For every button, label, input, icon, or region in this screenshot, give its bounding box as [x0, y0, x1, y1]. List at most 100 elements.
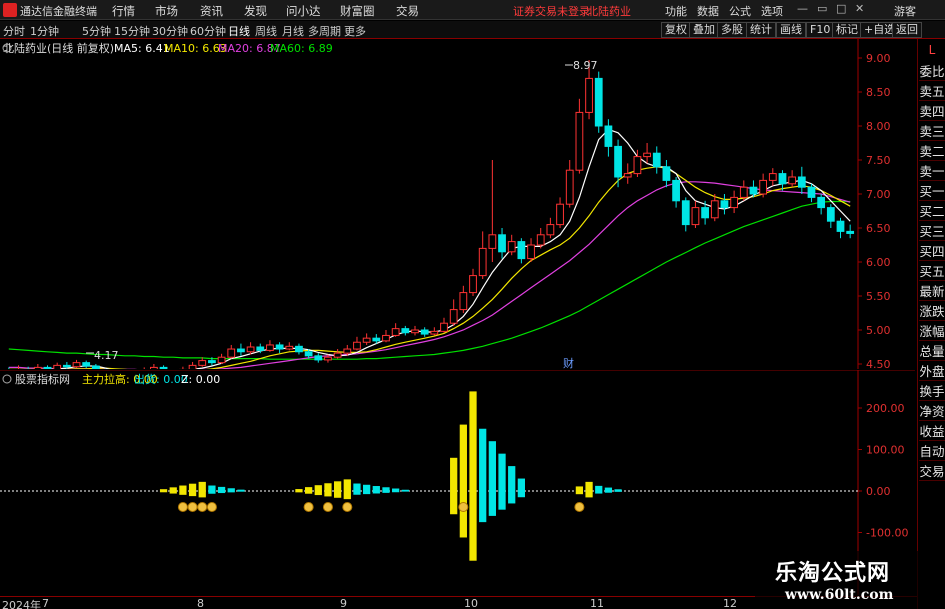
- candle-body: [701, 207, 709, 219]
- back-button[interactable]: 返回: [892, 22, 922, 38]
- indicator-bar-up: [517, 478, 525, 491]
- side-tab-outer[interactable]: 外盘: [919, 363, 945, 381]
- trade-status-warning[interactable]: 证券交易未登录: [513, 3, 590, 19]
- finance-marker-icon[interactable]: 财: [563, 356, 574, 369]
- menu-item-trade[interactable]: 交易: [396, 3, 419, 19]
- draw-line-button[interactable]: 画线: [776, 22, 806, 38]
- indicator-bar-up: [227, 488, 235, 491]
- indicator-tick-label: -100.00: [866, 527, 908, 540]
- indicator-bar-up: [237, 489, 245, 491]
- candle-body: [372, 337, 381, 342]
- mark-button[interactable]: 标记: [832, 22, 862, 38]
- price-tick-label: 4.50: [866, 358, 891, 369]
- candle-body: [556, 203, 564, 226]
- menu-item-market[interactable]: 市场: [155, 3, 178, 19]
- side-tab-auto[interactable]: 自动: [919, 443, 945, 461]
- candle-body: [159, 366, 168, 369]
- maximize-icon[interactable]: □: [836, 2, 846, 15]
- candle-body: [836, 220, 845, 232]
- side-tab-turnover[interactable]: 换手: [919, 383, 945, 401]
- candle-body: [382, 334, 390, 342]
- candle-body: [440, 322, 448, 332]
- side-tab-bid3[interactable]: 买三: [919, 223, 945, 241]
- guest-login[interactable]: 游客: [894, 3, 916, 19]
- period-5min[interactable]: 5分钟: [82, 23, 111, 39]
- side-tab-trade[interactable]: 交易: [919, 463, 945, 481]
- candle: [459, 285, 468, 313]
- candle: [604, 119, 613, 157]
- menu-item-options[interactable]: 选项: [761, 3, 783, 19]
- menu-item-formula[interactable]: 公式: [729, 3, 751, 19]
- side-tab-ask4[interactable]: 卖四: [919, 103, 945, 121]
- candle-body: [517, 241, 526, 260]
- side-tab-bid-ratio[interactable]: 委比: [919, 63, 945, 81]
- candle-body: [208, 360, 216, 364]
- period-monthly[interactable]: 月线: [282, 23, 304, 39]
- side-tab-ask3[interactable]: 卖三: [919, 123, 945, 141]
- candle-body: [217, 356, 226, 364]
- candle: [517, 238, 526, 264]
- indicator-bar-up: [188, 483, 197, 491]
- menu-item-discover[interactable]: 发现: [244, 3, 267, 19]
- money-bag-icon: [206, 502, 217, 512]
- menu-item-news[interactable]: 资讯: [200, 3, 223, 19]
- menu-item-ask[interactable]: 问小达: [286, 3, 321, 19]
- side-tab-net-assets[interactable]: 净资: [919, 403, 945, 421]
- menu-item-quotes[interactable]: 行情: [112, 3, 135, 19]
- candle: [768, 168, 777, 186]
- indicator-bar-down: [237, 491, 245, 492]
- side-tab-bid5[interactable]: 买五: [919, 263, 945, 281]
- candle-body: [227, 348, 236, 358]
- restore-icon[interactable]: ▭: [817, 2, 827, 15]
- side-tab-volume[interactable]: 总量: [919, 343, 945, 361]
- close-icon[interactable]: ✕: [855, 2, 864, 15]
- side-tab-change-pct[interactable]: 涨幅: [919, 323, 945, 341]
- side-tab-ask5[interactable]: 卖五: [919, 83, 945, 101]
- period-30min[interactable]: 30分钟: [152, 23, 188, 39]
- adjust-button[interactable]: 复权: [661, 22, 691, 38]
- period-more[interactable]: 更多: [344, 23, 366, 39]
- side-tab-ask1[interactable]: 卖一: [919, 163, 945, 181]
- indicator-z-label: Z: 0.00: [181, 373, 220, 386]
- minimize-icon[interactable]: —: [797, 2, 808, 15]
- side-tab-top[interactable]: L: [920, 43, 944, 59]
- candle: [411, 325, 419, 336]
- side-tab-bid4[interactable]: 买四: [919, 243, 945, 261]
- side-tab-change[interactable]: 涨跌: [919, 303, 945, 321]
- overlay-button[interactable]: 叠加: [689, 22, 719, 38]
- side-tab-latest[interactable]: 最新: [919, 283, 945, 301]
- f10-button[interactable]: F10: [806, 22, 835, 38]
- indicator-bar-up: [575, 486, 584, 491]
- indicator-bar-up: [392, 488, 400, 491]
- side-tab-bid2[interactable]: 买二: [919, 203, 945, 221]
- period-weekly[interactable]: 周线: [255, 23, 277, 39]
- price-tick-label: 7.50: [866, 154, 891, 167]
- side-tab-earnings[interactable]: 收益: [919, 423, 945, 441]
- candle-body: [788, 176, 797, 185]
- period-multi[interactable]: 多周期: [308, 23, 341, 39]
- period-daily[interactable]: 日线: [228, 23, 250, 39]
- candle: [314, 353, 323, 363]
- statistics-button[interactable]: 统计: [746, 22, 776, 38]
- period-60min[interactable]: 60分钟: [190, 23, 226, 39]
- menu-item-wealth[interactable]: 财富圈: [340, 3, 375, 19]
- app-logo-icon: [3, 3, 17, 17]
- period-1min[interactable]: 1分钟: [30, 23, 59, 39]
- period-15min[interactable]: 15分钟: [114, 23, 150, 39]
- menu-item-data[interactable]: 数据: [697, 3, 719, 19]
- candlestick-chart[interactable]: 9.00 8.50 8.00 7.50 7.00 6.50 6.00 5.50 5.00 4.50…: [0, 39, 915, 369]
- candle: [82, 360, 91, 369]
- candle-body: [488, 234, 497, 249]
- candle-body: [285, 345, 294, 350]
- menu-item-function[interactable]: 功能: [665, 3, 687, 19]
- period-intraday[interactable]: 分时: [3, 23, 25, 39]
- multi-stock-button[interactable]: 多股: [717, 22, 747, 38]
- candle-body: [343, 348, 352, 354]
- candle: [643, 143, 651, 164]
- moving-average-lines: [8, 128, 851, 369]
- indicator-bar-down: [159, 491, 168, 493]
- time-label-7: 7: [42, 597, 49, 609]
- side-tab-ask2[interactable]: 卖二: [919, 143, 945, 161]
- side-tab-bid1[interactable]: 买一: [919, 183, 945, 201]
- indicator-toggle-icon[interactable]: [2, 374, 12, 384]
